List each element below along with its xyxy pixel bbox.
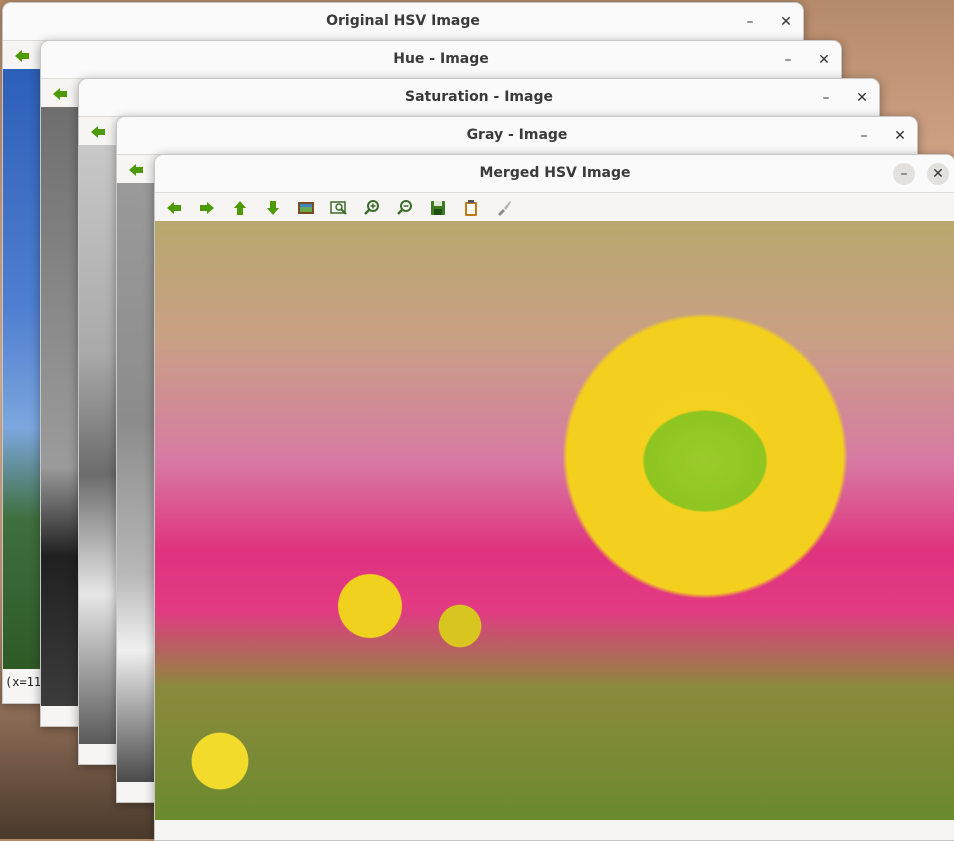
minimize-button[interactable]: – (853, 125, 875, 147)
close-button[interactable]: ✕ (851, 87, 873, 109)
window-merged-hsv: Merged HSV Image – ✕ (154, 154, 954, 841)
arrow-left-icon[interactable] (49, 83, 71, 105)
minimize-button[interactable]: – (893, 163, 915, 185)
clipboard-icon[interactable] (460, 197, 482, 219)
minimize-button[interactable]: – (815, 87, 837, 109)
close-button[interactable]: ✕ (927, 163, 949, 185)
titlebar[interactable]: Hue - Image – ✕ (41, 41, 841, 79)
zoom-in-icon[interactable] (361, 197, 383, 219)
window-title: Merged HSV Image (479, 165, 631, 181)
titlebar[interactable]: Original HSV Image – ✕ (3, 3, 803, 41)
titlebar[interactable]: Gray - Image – ✕ (117, 117, 917, 155)
minimize-button[interactable]: – (739, 11, 761, 33)
arrow-down-icon[interactable] (262, 197, 284, 219)
zoom-fit-icon[interactable] (328, 197, 350, 219)
image-canvas[interactable] (155, 221, 954, 820)
arrow-left-icon[interactable] (11, 45, 33, 67)
titlebar[interactable]: Merged HSV Image – ✕ (155, 155, 954, 193)
window-title: Gray - Image (466, 127, 568, 143)
arrow-left-icon[interactable] (125, 159, 147, 181)
window-title: Saturation - Image (405, 89, 553, 105)
minimize-button[interactable]: – (777, 49, 799, 71)
image-icon[interactable] (295, 197, 317, 219)
save-icon[interactable] (427, 197, 449, 219)
zoom-out-icon[interactable] (394, 197, 416, 219)
brush-icon[interactable] (493, 197, 515, 219)
window-title: Hue - Image (393, 51, 489, 67)
titlebar[interactable]: Saturation - Image – ✕ (79, 79, 879, 117)
close-button[interactable]: ✕ (775, 11, 797, 33)
arrow-left-icon[interactable] (87, 121, 109, 143)
arrow-right-icon[interactable] (196, 197, 218, 219)
window-title: Original HSV Image (326, 13, 480, 29)
coordinate-readout: (x=11 (5, 675, 42, 689)
close-button[interactable]: ✕ (889, 125, 911, 147)
close-button[interactable]: ✕ (813, 49, 835, 71)
arrow-left-icon[interactable] (163, 197, 185, 219)
toolbar (155, 193, 954, 222)
arrow-up-icon[interactable] (229, 197, 251, 219)
